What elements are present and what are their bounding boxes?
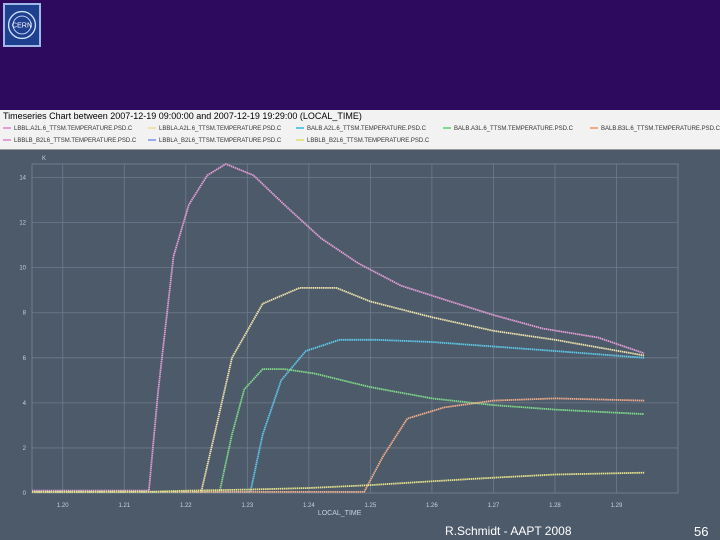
y-tick-label: 10 <box>19 266 26 272</box>
y-tick-label: 6 <box>23 356 27 362</box>
x-tick-label: 1.20 <box>57 503 69 509</box>
legend-label: LBBLA.A2L.6_TTSM.TEMPERATURE.PSD.C <box>159 126 282 132</box>
chart-legend: LBBL.A2L.6_TTSM.TEMPERATURE.PSD.C LBBLA.A… <box>0 122 720 150</box>
legend-item: LBBLA_B2L6_TTSM.TEMPERATURE.PSD.C <box>148 137 281 145</box>
legend-label: LBBL.A2L.6_TTSM.TEMPERATURE.PSD.C <box>14 126 133 132</box>
x-tick-label: 1.23 <box>241 503 253 509</box>
legend-swatch <box>443 127 451 130</box>
x-tick-label: 1.25 <box>365 503 377 509</box>
y-tick-label: 4 <box>23 401 27 407</box>
legend-item: LBBLB_B2L6_TTSM.TEMPERATURE.PSD.C <box>3 137 136 145</box>
y-tick-label: 2 <box>23 446 27 452</box>
legend-label: LBBLB_B2L6_TTSM.TEMPERATURE.PSD.C <box>307 138 430 144</box>
legend-item: BALB.A2L.6_TTSM.TEMPERATURE.PSD.C <box>296 125 426 133</box>
svg-text:CERN: CERN <box>12 22 32 30</box>
x-tick-label: 1.26 <box>426 503 438 509</box>
legend-swatch <box>296 127 304 130</box>
legend-label: BALB.A2L.6_TTSM.TEMPERATURE.PSD.C <box>307 126 426 132</box>
chart-area: 1.20 1.21 1.22 1.23 1.24 1.25 1.26 1.27 1.28 1.29… <box>0 150 720 520</box>
y-axis-label: K <box>42 156 46 162</box>
legend-label: LBBLB_B2L6_TTSM.TEMPERATURE.PSD.C <box>14 138 137 144</box>
x-tick-label: 1.22 <box>180 503 192 509</box>
legend-label: BALB.A3L.6_TTSM.TEMPERATURE.PSD.C <box>454 126 573 132</box>
legend-item: LBBLA.A2L.6_TTSM.TEMPERATURE.PSD.C <box>148 125 281 133</box>
legend-swatch <box>3 139 11 142</box>
y-tick-label: 0 <box>23 491 27 497</box>
legend-label: BALB.B3L.6_TTSM.TEMPERATURE.PSD.C <box>601 126 720 132</box>
legend-swatch <box>148 139 156 142</box>
footer-text: R.Schmidt - AAPT 2008 <box>445 524 572 538</box>
legend-item: LBBLB_B2L6_TTSM.TEMPERATURE.PSD.C <box>296 137 429 145</box>
y-tick-label: 8 <box>23 311 27 317</box>
legend-swatch <box>590 127 598 130</box>
y-tick-label: 12 <box>19 221 26 227</box>
header-banner: CERN <box>0 0 720 110</box>
x-tick-label: 1.29 <box>611 503 623 509</box>
page-number: 56 <box>694 524 709 539</box>
chart-title: Timeseries Chart between 2007-12-19 09:0… <box>0 110 720 122</box>
legend-label: LBBLA_B2L6_TTSM.TEMPERATURE.PSD.C <box>159 138 282 144</box>
plot-svg: 1.20 1.21 1.22 1.23 1.24 1.25 1.26 1.27 1.28 1.29… <box>19 156 679 517</box>
x-axis-label: LOCAL_TIME <box>318 510 362 517</box>
legend-item: BALB.A3L.6_TTSM.TEMPERATURE.PSD.C <box>443 125 573 133</box>
x-tick-label: 1.24 <box>303 503 315 509</box>
legend-item: BALB.B3L.6_TTSM.TEMPERATURE.PSD.C <box>590 125 720 133</box>
x-tick-label: 1.27 <box>488 503 500 509</box>
x-tick-label: 1.21 <box>118 503 130 509</box>
legend-swatch <box>296 139 304 142</box>
y-tick-label: 14 <box>19 176 26 182</box>
legend-item: LBBL.A2L.6_TTSM.TEMPERATURE.PSD.C <box>3 125 132 133</box>
cern-logo: CERN <box>3 3 41 47</box>
legend-swatch <box>3 127 11 130</box>
plot-frame <box>31 163 679 494</box>
x-tick-label: 1.28 <box>549 503 561 509</box>
legend-swatch <box>148 127 156 130</box>
